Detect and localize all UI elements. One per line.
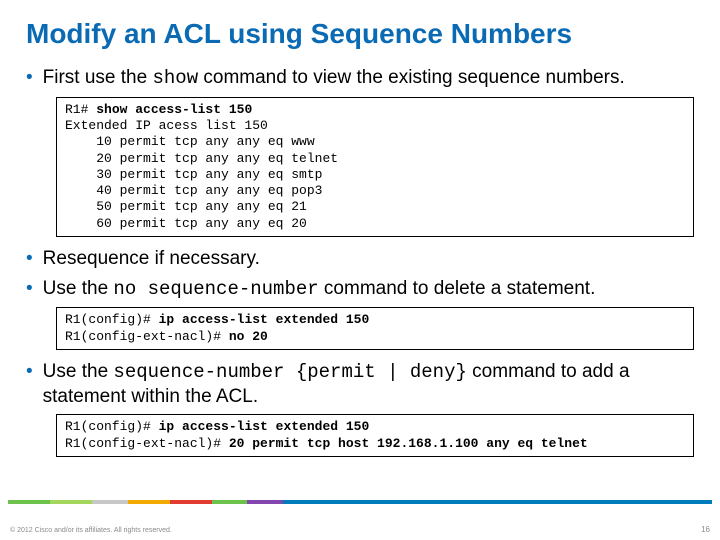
bullet-4-text: Use the sequence-number {permit | deny} … [43, 360, 694, 409]
code1-l3: 10 permit tcp any any eq www [65, 134, 315, 149]
code3-l1b: ip access-list extended 150 [159, 419, 370, 434]
bullet-dot: • [26, 360, 33, 384]
bullet-4: • Use the sequence-number {permit | deny… [26, 360, 694, 409]
code1-l7: 50 permit tcp any any eq 21 [65, 199, 307, 214]
bullet-3-post: command to delete a statement. [319, 278, 596, 299]
bullet-2: • Resequence if necessary. [26, 247, 694, 271]
code3-l2a: R1(config-ext-nacl)# [65, 436, 229, 451]
codebox-2: R1(config)# ip access-list extended 150 … [56, 307, 694, 350]
bullet-2-text: Resequence if necessary. [43, 247, 694, 271]
bullet-4-pre: Use the [43, 361, 114, 382]
footer: © 2012 Cisco and/or its affiliates. All … [0, 496, 720, 540]
code2-l2b: no 20 [229, 329, 268, 344]
bullet-dot: • [26, 247, 33, 271]
bullet-3: • Use the no sequence-number command to … [26, 277, 694, 302]
code2-l1b: ip access-list extended 150 [159, 312, 370, 327]
code1-l4: 20 permit tcp any any eq telnet [65, 151, 338, 166]
page-number: 16 [701, 525, 710, 534]
code3-l2b: 20 permit tcp host 192.168.1.100 any eq … [229, 436, 588, 451]
codebox-1: R1# show access-list 150 Extended IP ace… [56, 97, 694, 237]
bullet-3-text: Use the no sequence-number command to de… [43, 277, 694, 302]
slide-title: Modify an ACL using Sequence Numbers [0, 0, 720, 60]
code2-l2a: R1(config-ext-nacl)# [65, 329, 229, 344]
bullet-1-pre: First use the [43, 67, 153, 88]
bullet-4-cmd: sequence-number {permit | deny} [113, 361, 466, 383]
copyright-text: © 2012 Cisco and/or its affiliates. All … [10, 527, 172, 534]
bullet-dot: • [26, 66, 33, 90]
codebox-3: R1(config)# ip access-list extended 150 … [56, 414, 694, 457]
code1-l6: 40 permit tcp any any eq pop3 [65, 183, 322, 198]
bullet-1-text: First use the show command to view the e… [43, 66, 694, 91]
code2-l1a: R1(config)# [65, 312, 159, 327]
bullet-3-cmd: no sequence-number [113, 278, 318, 300]
code1-l2: Extended IP acess list 150 [65, 118, 268, 133]
bullet-1: • First use the show command to view the… [26, 66, 694, 91]
bullet-1-post: command to view the existing sequence nu… [198, 67, 625, 88]
code1-l1a: R1# [65, 102, 96, 117]
brand-stripe [8, 500, 712, 504]
code1-l1b: show access-list 150 [96, 102, 252, 117]
slide-body: • First use the show command to view the… [0, 66, 720, 457]
code3-l1a: R1(config)# [65, 419, 159, 434]
code1-l8: 60 permit tcp any any eq 20 [65, 216, 307, 231]
code1-l5: 30 permit tcp any any eq smtp [65, 167, 322, 182]
bullet-dot: • [26, 277, 33, 301]
slide: Modify an ACL using Sequence Numbers • F… [0, 0, 720, 540]
bullet-1-cmd: show [152, 67, 198, 89]
bullet-3-pre: Use the [43, 278, 114, 299]
